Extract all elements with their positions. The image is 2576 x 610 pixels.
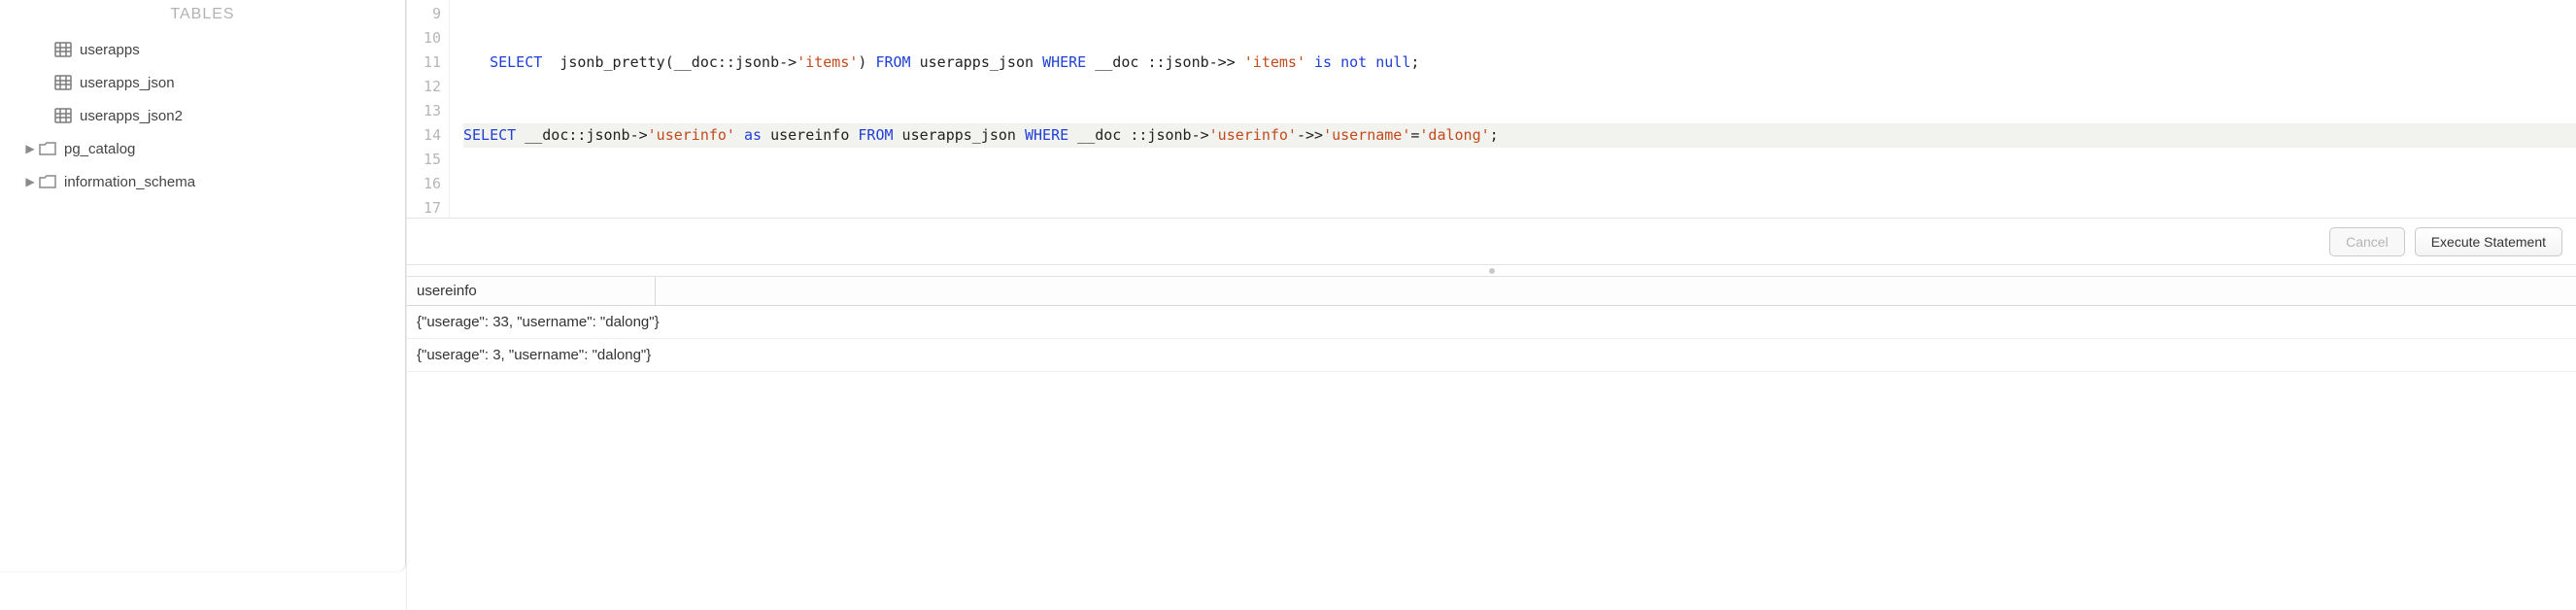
editor-line[interactable]: SELECT jsonb_pretty(__doc::jsonb->'items… [463,51,2576,75]
sidebar-item-table[interactable]: userapps [12,33,405,66]
results-cell: {"userage": 33, "username": "dalong"} [407,306,669,338]
results-row[interactable]: {"userage": 3, "username": "dalong"} [407,339,2576,372]
sidebar-item-label: userapps_json2 [80,108,183,124]
table-icon [54,75,72,90]
editor-line[interactable] [463,99,2576,123]
sidebar-item-table[interactable]: userapps_json [12,66,405,99]
chevron-right-icon: ▶ [23,175,37,188]
editor-actions: Cancel Execute Statement [407,219,2576,265]
editor-line[interactable] [463,2,2576,26]
sidebar-header: TABLES [0,0,405,33]
table-icon [54,42,72,57]
results-cell: {"userage": 3, "username": "dalong"} [407,339,661,371]
main-panel: 91011121314151617 SELECT jsonb_pretty(__… [406,0,2576,610]
sidebar-item-label: userapps [80,42,140,58]
sidebar-item-label: pg_catalog [64,141,135,157]
sidebar-tree: userapps userapps_json userapps_json2 ▶ pg_c… [0,33,405,198]
results-header: usereinfo [407,277,2576,306]
editor-line[interactable]: SELECT __doc::jsonb->'userinfo' as usere… [463,123,2576,148]
results-column-header[interactable]: usereinfo [407,277,656,305]
folder-icon [39,142,56,155]
editor-line[interactable] [463,26,2576,51]
sidebar-item-schema[interactable]: ▶ information_schema [12,165,405,198]
cancel-button: Cancel [2329,227,2405,256]
editor-gutter: 91011121314151617 [407,0,450,218]
sidebar-item-schema[interactable]: ▶ pg_catalog [12,132,405,165]
execute-statement-button[interactable]: Execute Statement [2415,227,2562,256]
sidebar-item-table[interactable]: userapps_json2 [12,99,405,132]
chevron-right-icon: ▶ [23,142,37,155]
editor-line[interactable] [463,75,2576,99]
results-row[interactable]: {"userage": 33, "username": "dalong"} [407,306,2576,339]
sidebar: TABLES userapps userapps_json userapps_jso… [0,0,406,571]
table-icon [54,108,72,123]
results-panel: usereinfo {"userage": 33, "username": "d… [407,277,2576,610]
editor-line[interactable] [463,196,2576,218]
editor-line[interactable] [463,148,2576,172]
editor-code[interactable]: SELECT jsonb_pretty(__doc::jsonb->'items… [450,0,2576,218]
pane-resize-handle[interactable] [407,265,2576,277]
results-column-spacer [656,277,2576,305]
sidebar-item-label: userapps_json [80,75,175,91]
folder-icon [39,175,56,188]
editor-line[interactable] [463,172,2576,196]
grip-dot-icon [1489,268,1495,274]
app-root: TABLES userapps userapps_json userapps_jso… [0,0,2576,610]
sidebar-item-label: information_schema [64,174,195,190]
results-body: {"userage": 33, "username": "dalong"}{"u… [407,306,2576,372]
sql-editor[interactable]: 91011121314151617 SELECT jsonb_pretty(__… [407,0,2576,219]
